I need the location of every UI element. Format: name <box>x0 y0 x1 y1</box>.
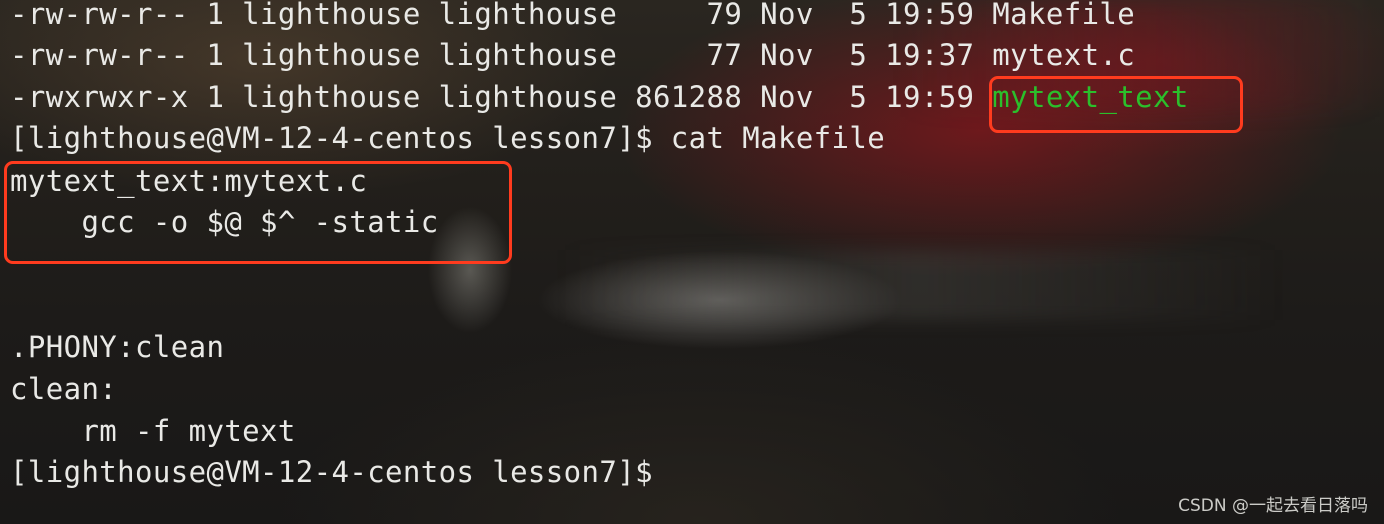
background-light-streak <box>560 250 1280 320</box>
terminal-window[interactable]: -rw-rw-r-- 1 lighthouse lighthouse 79 No… <box>0 0 1384 524</box>
executable-highlight-box <box>989 76 1243 133</box>
ls-line-makefile: -rw-rw-r-- 1 lighthouse lighthouse 79 No… <box>10 0 1136 31</box>
makefile-rm-command-line: rm -f mytext <box>10 414 296 448</box>
shell-prompt: [lighthouse@VM-12-4-centos lesson7]$ <box>10 455 653 489</box>
makefile-phony-line: .PHONY:clean <box>10 330 225 364</box>
csdn-watermark: CSDN @一起去看日落吗 <box>1178 496 1368 516</box>
makefile-rule-highlight-box <box>4 161 512 264</box>
makefile-clean-target-line: clean: <box>10 372 118 406</box>
ls-line-mytext-c: -rw-rw-r-- 1 lighthouse lighthouse 77 No… <box>10 38 1136 72</box>
ls-line-executable-prefix: -rwxrwxr-x 1 lighthouse lighthouse 86128… <box>10 80 993 114</box>
prompt-cat-makefile: [lighthouse@VM-12-4-centos lesson7]$ cat… <box>10 121 886 155</box>
